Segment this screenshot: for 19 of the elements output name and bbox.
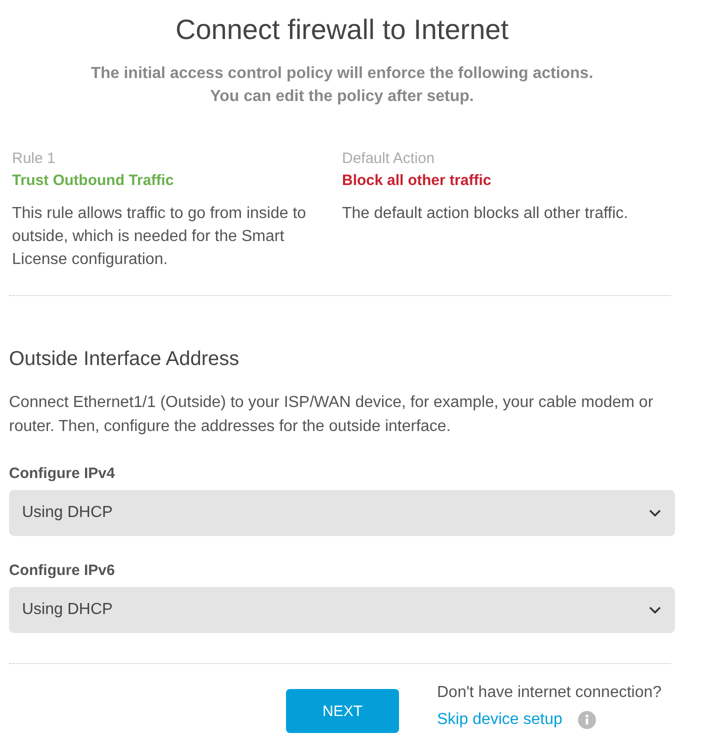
policy-description: The default action blocks all other traffic. <box>342 204 630 224</box>
chevron-down-icon <box>649 509 661 517</box>
field-label: Configure IPv6 <box>9 562 116 579</box>
policy-name: Block all other traffic <box>342 171 492 191</box>
policy-description: This rule allows traffic to go from inside to outside, which is needed for the Smart License configuration. <box>12 204 308 270</box>
section-title: Outside Interface Address <box>9 348 240 371</box>
dropdown-select[interactable]: Using DHCP <box>9 587 675 633</box>
policy-name: Trust Outbound Traffic <box>12 171 175 191</box>
policy-label: Default Action <box>342 149 436 169</box>
page-title: Connect firewall to Internet <box>174 13 510 47</box>
dropdown-select[interactable]: Using DHCP <box>9 490 675 536</box>
subtitle-text: You can edit the policy after setup. <box>209 87 475 107</box>
chevron-down-icon <box>649 606 661 614</box>
policy-label: Rule 1 <box>12 149 56 169</box>
help-question: Don't have internet connection? <box>437 683 662 703</box>
subtitle-text: The initial access control policy will enforce the following actions. <box>90 64 594 84</box>
field-label: Configure IPv4 <box>9 465 116 482</box>
section-description: Connect Ethernet1/1 (Outside) to your ISP/WAN device, for example, your cable modem or router. Then, configure the addresses for the outside interface. <box>9 393 654 437</box>
info-icon[interactable] <box>578 710 596 728</box>
